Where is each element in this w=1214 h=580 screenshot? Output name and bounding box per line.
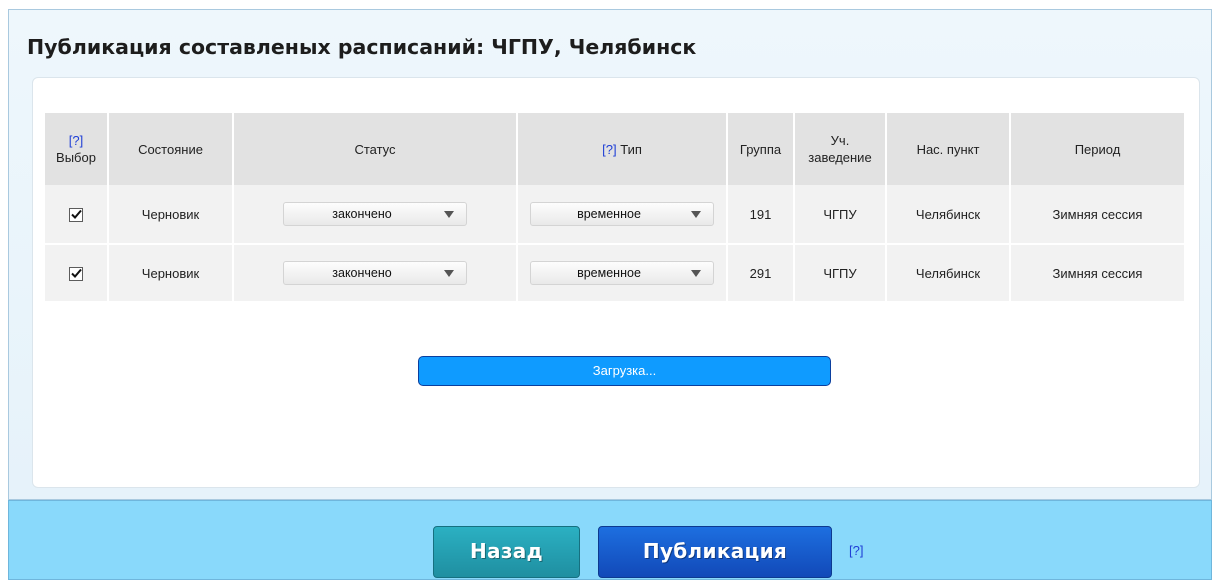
city-cell: Челябинск xyxy=(887,243,1009,301)
back-button[interactable]: Назад xyxy=(433,526,580,578)
type-select-value: временное xyxy=(577,207,641,221)
header-select-label: Выбор xyxy=(56,150,96,165)
status-cell: закончено xyxy=(234,185,516,243)
header-status: Статус xyxy=(234,113,516,185)
loading-bar: Загрузка... xyxy=(418,356,831,386)
period-cell: Зимняя сессия xyxy=(1011,185,1184,243)
select-cell xyxy=(45,243,107,301)
check-icon xyxy=(71,209,82,219)
content-panel: [?] Выбор Состояние Статус [?] Тип Групп… xyxy=(32,77,1200,488)
header-type-label: Тип xyxy=(620,141,642,157)
type-select[interactable]: временное xyxy=(530,261,714,285)
row-checkbox[interactable] xyxy=(69,266,83,281)
group-cell: 291 xyxy=(728,243,793,301)
select-cell xyxy=(45,185,107,243)
page-title: Публикация составленых расписаний: ЧГПУ,… xyxy=(27,35,697,59)
schedule-table: [?] Выбор Состояние Статус [?] Тип Групп… xyxy=(43,113,1186,301)
type-help-link[interactable]: [?] xyxy=(602,142,616,157)
type-cell: временное xyxy=(518,243,726,301)
institution-cell: ЧГПУ xyxy=(795,185,885,243)
status-select[interactable]: закончено xyxy=(283,202,467,226)
header-type: [?] Тип xyxy=(518,113,726,185)
footer-bar: Назад Публикация [?] xyxy=(8,500,1212,580)
header-institution-line2: заведение xyxy=(808,150,872,165)
header-state: Состояние xyxy=(109,113,232,185)
triangle-down-icon xyxy=(691,211,701,218)
triangle-down-icon xyxy=(444,270,454,277)
table-row: Черновик закончено временное 291 ЧГПУ Че… xyxy=(45,243,1184,301)
table-header-row: [?] Выбор Состояние Статус [?] Тип Групп… xyxy=(45,113,1184,185)
group-cell: 191 xyxy=(728,185,793,243)
state-cell: Черновик xyxy=(109,185,232,243)
header-institution: Уч. заведение xyxy=(795,113,885,185)
status-select-value: закончено xyxy=(332,207,392,221)
footer-help-link[interactable]: [?] xyxy=(849,543,863,558)
publish-button[interactable]: Публикация xyxy=(598,526,832,578)
status-cell: закончено xyxy=(234,243,516,301)
header-city: Нас. пункт xyxy=(887,113,1009,185)
period-cell: Зимняя сессия xyxy=(1011,243,1184,301)
header-select: [?] Выбор xyxy=(45,113,107,185)
triangle-down-icon xyxy=(691,270,701,277)
select-help-link[interactable]: [?] xyxy=(69,133,83,148)
type-cell: временное xyxy=(518,185,726,243)
main-window: Публикация составленых расписаний: ЧГПУ,… xyxy=(8,9,1212,500)
type-select-value: временное xyxy=(577,266,641,280)
type-select[interactable]: временное xyxy=(530,202,714,226)
triangle-down-icon xyxy=(444,211,454,218)
status-select-value: закончено xyxy=(332,266,392,280)
check-icon xyxy=(71,268,82,278)
row-checkbox[interactable] xyxy=(69,207,83,222)
institution-cell: ЧГПУ xyxy=(795,243,885,301)
header-period: Период xyxy=(1011,113,1184,185)
header-institution-line1: Уч. xyxy=(830,133,850,148)
status-select[interactable]: закончено xyxy=(283,261,467,285)
state-cell: Черновик xyxy=(109,243,232,301)
header-group: Группа xyxy=(728,113,793,185)
table-row: Черновик закончено временное 191 ЧГПУ Че… xyxy=(45,185,1184,243)
city-cell: Челябинск xyxy=(887,185,1009,243)
